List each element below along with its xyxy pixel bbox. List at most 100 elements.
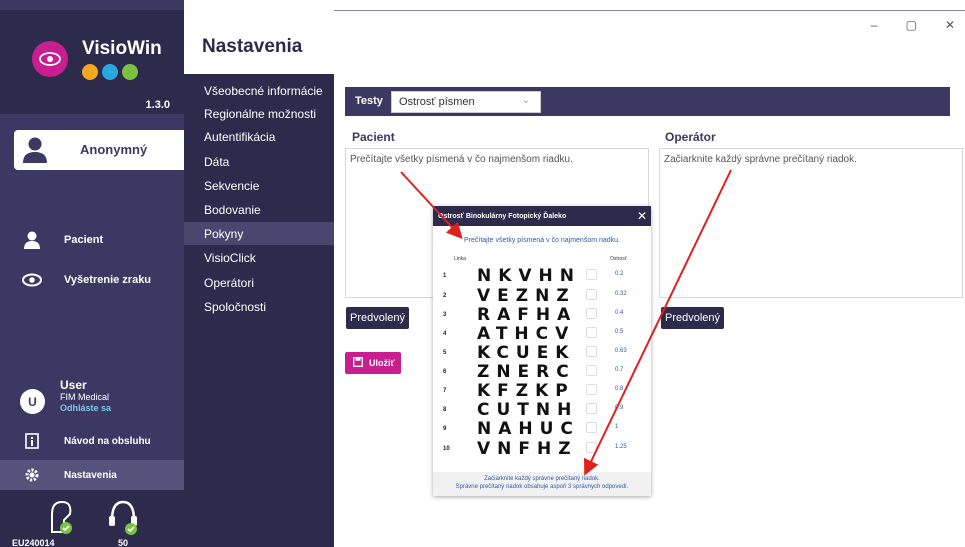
row-acuity: 0.2 xyxy=(615,271,624,277)
row-letters: KFZKP xyxy=(477,381,575,401)
row-checkbox[interactable] xyxy=(586,308,597,319)
row-acuity: 0.4 xyxy=(615,310,624,316)
row-number: 2 xyxy=(443,293,447,299)
row-acuity: 1.25 xyxy=(615,444,627,450)
chart-row: 9 NAHUC 1 xyxy=(433,419,651,439)
minimize-button[interactable]: – xyxy=(871,18,878,32)
save-button[interactable]: Uložiť xyxy=(345,352,401,374)
row-checkbox[interactable] xyxy=(586,346,597,357)
tests-bar: Testy Ostrosť písmen ⌄ xyxy=(345,87,950,116)
menu-item-companies[interactable]: Spoločnosti xyxy=(184,295,334,318)
logout-link[interactable]: Odhláste sa xyxy=(60,403,111,413)
chart-row: 1 NKVHN 0.2 xyxy=(433,266,651,286)
row-checkbox[interactable] xyxy=(586,442,597,453)
tests-selected-value: Ostrosť písmen xyxy=(399,96,475,108)
row-checkbox[interactable] xyxy=(586,365,597,376)
row-letters: VNFHZ xyxy=(477,439,578,459)
sidebar: VisioWin 1.3.0 Anonymný Pacient Vyšetren… xyxy=(0,0,184,547)
preview-patient-instruction: Prečítajte všetky písmená v čo najmenšom… xyxy=(463,237,620,244)
menu-item-instructions[interactable]: Pokyny xyxy=(184,222,334,245)
row-letters: VEZNZ xyxy=(477,286,576,306)
audio-device-icon xyxy=(106,498,140,541)
chevron-down-icon: ⌄ xyxy=(521,95,530,106)
gear-icon xyxy=(0,467,64,483)
sidebar-item-settings[interactable]: Nastavenia xyxy=(0,460,184,490)
menu-item-visioclick[interactable]: VisioClick xyxy=(184,246,334,269)
maximize-button[interactable]: ▢ xyxy=(906,18,917,32)
row-letters: CUTNH xyxy=(477,400,579,420)
row-number: 7 xyxy=(443,388,447,394)
chart-row: 4 ATHCV 0.5 xyxy=(433,324,651,344)
menu-item-data[interactable]: Dáta xyxy=(184,150,334,173)
sidebar-item-patient[interactable]: Pacient xyxy=(0,226,184,254)
avatar: U xyxy=(20,389,45,414)
row-checkbox[interactable] xyxy=(586,384,597,395)
row-letters: NAHUC xyxy=(477,419,580,439)
app-name: VisioWin xyxy=(82,38,162,59)
save-icon xyxy=(353,357,363,369)
col-line-header: Linka xyxy=(454,256,466,262)
spirometry-module-icon xyxy=(122,64,138,80)
sidebar-item-label: Vyšetrenie zraku xyxy=(64,274,152,286)
menu-item-scoring[interactable]: Bodovanie xyxy=(184,198,334,221)
chart-row: 7 KFZKP 0.8 xyxy=(433,381,651,401)
row-checkbox[interactable] xyxy=(586,289,597,300)
tests-label: Testy xyxy=(355,95,383,107)
user-profile-card[interactable]: Anonymný xyxy=(14,130,184,170)
row-checkbox[interactable] xyxy=(586,327,597,338)
row-acuity: 0.8 xyxy=(615,386,624,392)
preview-footer-line1: Začiarknite každý správne prečítaný riad… xyxy=(484,476,600,482)
row-letters: NKVHN xyxy=(477,266,582,286)
vision-module-icon xyxy=(102,64,118,80)
row-acuity: 0.7 xyxy=(615,367,624,373)
menu-item-regional[interactable]: Regionálne možnosti xyxy=(184,102,334,125)
sidebar-item-eye-exam[interactable]: Vyšetrenie zraku xyxy=(0,266,184,294)
row-acuity: 0.9 xyxy=(615,405,624,411)
save-label: Uložiť xyxy=(369,358,395,368)
row-letters: RAFHA xyxy=(477,305,578,325)
row-checkbox[interactable] xyxy=(586,422,597,433)
row-letters: ZNERC xyxy=(477,362,576,382)
person-icon xyxy=(0,230,64,250)
operator-section-label: Operátor xyxy=(665,130,716,144)
row-acuity: 0.32 xyxy=(615,291,627,297)
window-controls: – ▢ ✕ xyxy=(871,18,955,32)
operator-default-button[interactable]: Predvolený xyxy=(661,307,725,329)
eye-icon xyxy=(0,273,64,287)
row-checkbox[interactable] xyxy=(586,269,597,280)
patient-instruction-text: Prečítajte všetky písmená v čo najmenšom… xyxy=(350,154,573,165)
tests-dropdown[interactable]: Ostrosť písmen ⌄ xyxy=(391,91,541,113)
row-number: 1 xyxy=(443,273,447,279)
close-icon[interactable]: ✕ xyxy=(635,208,649,224)
row-number: 10 xyxy=(443,446,450,452)
user-icon xyxy=(22,136,48,169)
row-number: 8 xyxy=(443,407,447,413)
sidebar-item-label: Nastavenia xyxy=(64,469,117,481)
row-letters: ATHCV xyxy=(477,324,576,344)
col-acuity-header: Ostrosť xyxy=(610,256,627,262)
row-number: 4 xyxy=(443,331,447,337)
vision-device-icon xyxy=(46,498,76,541)
sidebar-item-manual[interactable]: Návod na obsluhu xyxy=(0,428,184,454)
operator-instruction-field[interactable]: Začiarknite každý správne prečítaný riad… xyxy=(659,148,963,298)
row-acuity: 1 xyxy=(615,424,619,430)
menu-item-authentication[interactable]: Autentifikácia xyxy=(184,125,334,148)
row-acuity: 0.5 xyxy=(615,329,624,335)
close-window-button[interactable]: ✕ xyxy=(945,18,955,32)
vision-device-serial: EU240014 xyxy=(12,538,55,547)
preview-title: Ostrosť Binokulárny Fotopický Ďaleko xyxy=(433,206,651,226)
logged-user-name: User xyxy=(60,378,87,392)
menu-item-sequences[interactable]: Sekvencie xyxy=(184,174,334,197)
hearing-module-icon xyxy=(82,64,98,80)
patient-default-button[interactable]: Predvolený xyxy=(346,307,410,329)
app-window: – ▢ ✕ VisioWin 1.3.0 Anonymný Pacient Vy… xyxy=(0,0,965,547)
menu-item-operators[interactable]: Operátori xyxy=(184,271,334,294)
app-version: 1.3.0 xyxy=(145,99,170,111)
user-profile-name: Anonymný xyxy=(80,142,148,157)
row-checkbox[interactable] xyxy=(586,403,597,414)
chart-row: 6 ZNERC 0.7 xyxy=(433,362,651,382)
menu-item-general[interactable]: Všeobecné informácie xyxy=(184,79,334,102)
module-icons xyxy=(82,64,138,80)
device-status: EU240014 50 xyxy=(0,490,184,547)
row-number: 5 xyxy=(443,350,447,356)
